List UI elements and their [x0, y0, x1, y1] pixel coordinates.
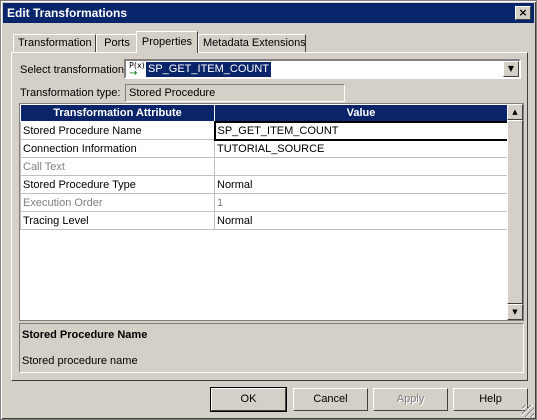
cancel-button[interactable]: Cancel [293, 388, 368, 411]
vertical-scrollbar[interactable]: ▲ ▼ [507, 104, 523, 320]
value-cell[interactable]: Normal [214, 211, 508, 230]
attribute-cell[interactable]: Stored Procedure Type [20, 175, 215, 194]
help-button[interactable]: Help [453, 388, 528, 411]
attribute-description-box: Stored Procedure Name Stored procedure n… [19, 323, 524, 373]
scrollbar-thumb[interactable] [507, 120, 523, 304]
select-transformation-value: SP_GET_ITEM_COUNT [146, 62, 272, 77]
attributes-table: Transformation Attribute Value Stored Pr… [20, 104, 509, 230]
scroll-down-icon[interactable]: ▼ [507, 304, 523, 320]
chevron-down-icon[interactable]: ▼ [503, 61, 519, 77]
attribute-cell[interactable]: Connection Information [20, 139, 215, 158]
select-transformation-dropdown[interactable]: P(x) → SP_GET_ITEM_COUNT ▼ [124, 59, 521, 79]
header-transformation-attribute[interactable]: Transformation Attribute [20, 104, 215, 122]
attribute-cell[interactable]: Call Text [20, 157, 215, 176]
table-row[interactable]: Stored Procedure Name SP_GET_ITEM_COUNT [20, 120, 509, 141]
tab-metadata-extensions[interactable]: Metadata Extensions [198, 34, 306, 53]
tab-transformation[interactable]: Transformation [13, 34, 96, 53]
stored-procedure-icon: P(x) → [129, 61, 145, 79]
description-text: Stored procedure name [22, 355, 138, 367]
description-title: Stored Procedure Name [22, 329, 148, 341]
value-cell[interactable]: SP_GET_ITEM_COUNT [213, 120, 509, 141]
value-cell[interactable] [214, 157, 508, 176]
table-row[interactable]: Call Text [20, 157, 508, 176]
value-cell[interactable]: TUTORIAL_SOURCE [214, 139, 508, 158]
attributes-grid: Transformation Attribute Value Stored Pr… [19, 103, 524, 321]
scroll-up-icon[interactable]: ▲ [507, 104, 523, 120]
dialog-title: Edit Transformations [7, 6, 128, 20]
resize-grip-icon[interactable] [522, 405, 534, 417]
edit-transformations-dialog: Edit Transformations × Transformation Po… [0, 0, 537, 420]
tab-ports[interactable]: Ports [96, 34, 138, 53]
dialog-titlebar: Edit Transformations × [3, 3, 534, 23]
table-row[interactable]: Stored Procedure Type Normal [20, 175, 508, 194]
attribute-cell[interactable]: Stored Procedure Name [20, 121, 215, 140]
transformation-type-label: Transformation type: [20, 87, 121, 99]
value-cell[interactable]: 1 [214, 193, 508, 212]
header-value[interactable]: Value [214, 104, 508, 122]
close-icon[interactable]: × [515, 6, 531, 20]
table-row[interactable]: Connection Information TUTORIAL_SOURCE [20, 139, 508, 158]
tab-properties[interactable]: Properties [136, 31, 198, 53]
ok-button[interactable]: OK [210, 387, 287, 412]
table-row[interactable]: Execution Order 1 [20, 193, 508, 212]
apply-button[interactable]: Apply [373, 388, 448, 411]
transformation-type-field: Stored Procedure [125, 84, 345, 102]
attribute-cell[interactable]: Execution Order [20, 193, 215, 212]
table-row[interactable]: Tracing Level Normal [20, 211, 508, 230]
select-transformation-label: Select transformation: [20, 64, 127, 76]
value-cell[interactable]: Normal [214, 175, 508, 194]
attribute-cell[interactable]: Tracing Level [20, 211, 215, 230]
